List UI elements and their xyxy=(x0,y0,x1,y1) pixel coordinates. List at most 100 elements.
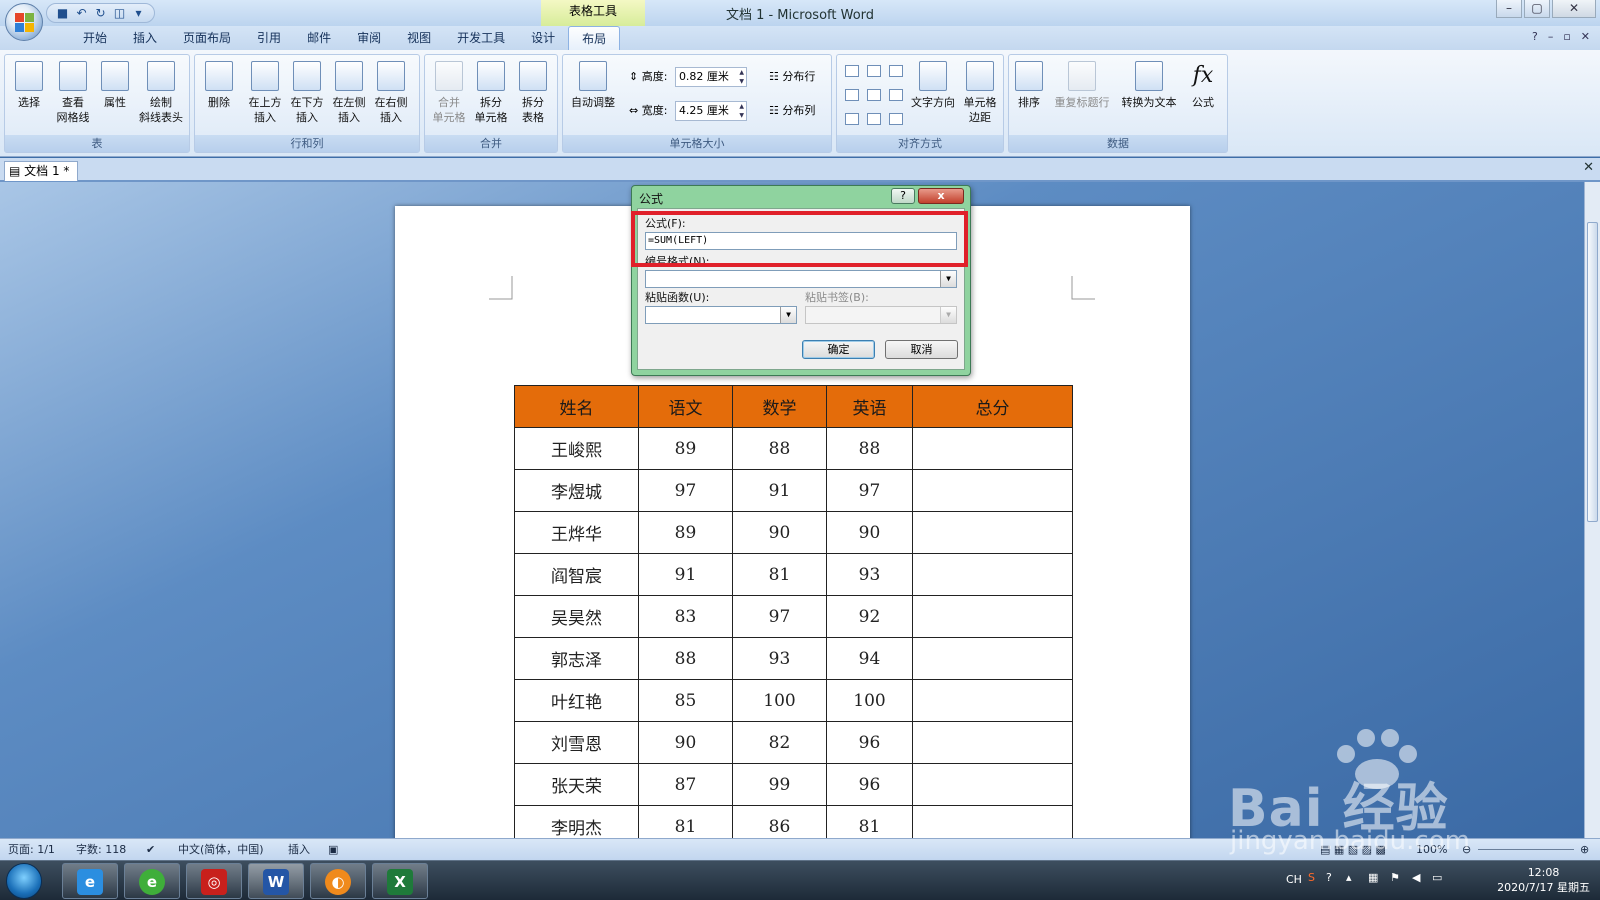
split-table-button[interactable]: 拆分 表格 xyxy=(513,61,553,125)
ribbon-minimize-icon[interactable]: – xyxy=(1548,30,1554,43)
office-button[interactable] xyxy=(5,3,43,41)
minimize-button[interactable]: – xyxy=(1496,0,1522,18)
taskbar-word[interactable]: W xyxy=(248,863,304,899)
align-bottom-center-icon[interactable] xyxy=(867,113,881,125)
tray-expand-icon[interactable]: ▴ xyxy=(1346,871,1352,884)
table-cell[interactable]: 吴昊然 xyxy=(514,595,639,638)
align-top-right-icon[interactable] xyxy=(889,65,903,77)
tab-home[interactable]: 开始 xyxy=(70,26,120,50)
table-cell[interactable]: 87 xyxy=(638,763,733,806)
align-middle-right-icon[interactable] xyxy=(889,89,903,101)
align-bottom-right-icon[interactable] xyxy=(889,113,903,125)
table-cell[interactable]: 88 xyxy=(638,637,733,680)
distribute-rows-button[interactable]: ☷ 分布行 xyxy=(769,68,815,86)
total-cell[interactable] xyxy=(912,511,1073,554)
table-cell[interactable]: 93 xyxy=(826,553,913,596)
print-preview-icon[interactable]: ◫ xyxy=(112,6,127,21)
table-cell[interactable]: 90 xyxy=(826,511,913,554)
document-tab[interactable]: ▤ 文档 1 * xyxy=(4,161,79,181)
header-name[interactable]: 姓名 xyxy=(514,385,639,428)
formula-input[interactable]: =SUM(LEFT) xyxy=(645,232,957,250)
page-indicator[interactable]: 页面: 1/1 xyxy=(8,839,55,860)
network-icon[interactable]: ▦ xyxy=(1368,871,1378,884)
zoom-in-icon[interactable]: ⊕ xyxy=(1580,839,1589,860)
table-cell[interactable]: 96 xyxy=(826,721,913,764)
table-cell[interactable]: 叶红艳 xyxy=(514,679,639,722)
table-cell[interactable]: 97 xyxy=(826,469,913,512)
total-cell[interactable] xyxy=(912,553,1073,596)
insert-left-button[interactable]: 在左侧 插入 xyxy=(329,61,369,125)
tab-layout[interactable]: 布局 xyxy=(568,26,621,50)
close-button[interactable]: ✕ xyxy=(1552,0,1596,18)
table-cell[interactable]: 92 xyxy=(826,595,913,638)
table-cell[interactable]: 阎智宸 xyxy=(514,553,639,596)
repeat-header-rows-button[interactable]: 重复标题行 xyxy=(1049,61,1115,110)
total-cell[interactable] xyxy=(912,679,1073,722)
cancel-button[interactable]: 取消 xyxy=(885,340,958,359)
ime-indicator[interactable]: CH xyxy=(1286,873,1302,886)
taskbar-app-red[interactable]: ◎ xyxy=(186,863,242,899)
align-middle-left-icon[interactable] xyxy=(845,89,859,101)
sort-button[interactable]: 排序 xyxy=(1011,61,1047,110)
tab-references[interactable]: 引用 xyxy=(244,26,294,50)
start-button[interactable] xyxy=(6,863,42,899)
proofing-icon[interactable]: ✔ xyxy=(146,839,155,860)
table-cell[interactable]: 96 xyxy=(826,763,913,806)
total-cell[interactable] xyxy=(912,469,1073,512)
table-cell[interactable]: 99 xyxy=(732,763,827,806)
table-cell[interactable]: 李明杰 xyxy=(514,805,639,838)
table-cell[interactable]: 郭志泽 xyxy=(514,637,639,680)
taskbar-excel[interactable]: X xyxy=(372,863,428,899)
table-cell[interactable]: 李煜城 xyxy=(514,469,639,512)
delete-button[interactable]: 删除 xyxy=(199,61,239,110)
table-cell[interactable]: 90 xyxy=(638,721,733,764)
formula-button[interactable]: fx 公式 xyxy=(1183,61,1223,110)
customize-qat-icon[interactable]: ▾ xyxy=(131,6,146,21)
total-cell[interactable] xyxy=(912,763,1073,806)
macro-record-icon[interactable]: ▣ xyxy=(328,839,338,860)
ok-button[interactable]: 确定 xyxy=(802,340,875,359)
insert-right-button[interactable]: 在右侧 插入 xyxy=(371,61,411,125)
number-format-select[interactable]: ▼ xyxy=(645,270,957,288)
tab-developer[interactable]: 开发工具 xyxy=(444,26,518,50)
insert-mode[interactable]: 插入 xyxy=(288,839,310,860)
tab-view[interactable]: 视图 xyxy=(394,26,444,50)
action-center-icon[interactable]: ⚑ xyxy=(1390,871,1400,884)
vertical-scrollbar[interactable] xyxy=(1584,182,1600,838)
table-cell[interactable]: 张天荣 xyxy=(514,763,639,806)
undo-icon[interactable]: ↶ xyxy=(74,6,89,21)
tab-review[interactable]: 审阅 xyxy=(344,26,394,50)
view-buttons[interactable]: ▤ ▦ ▧ ▨ ▩ xyxy=(1320,839,1386,860)
header-math[interactable]: 数学 xyxy=(732,385,827,428)
table-cell[interactable]: 81 xyxy=(638,805,733,838)
header-total[interactable]: 总分 xyxy=(912,385,1073,428)
table-cell[interactable]: 82 xyxy=(732,721,827,764)
cell-margins-button[interactable]: 单元格 边距 xyxy=(959,61,1001,125)
row-height-input[interactable]: 0.82 厘米 xyxy=(674,67,747,87)
ribbon-restore-icon[interactable]: ▫ xyxy=(1563,30,1570,43)
dropdown-arrow-icon[interactable]: ▼ xyxy=(780,307,796,323)
language-indicator[interactable]: 中文(简体，中国) xyxy=(178,839,264,860)
table-cell[interactable]: 81 xyxy=(732,553,827,596)
table-cell[interactable]: 89 xyxy=(638,511,733,554)
table-cell[interactable]: 91 xyxy=(732,469,827,512)
table-cell[interactable]: 100 xyxy=(826,679,913,722)
close-document-icon[interactable]: ✕ xyxy=(1583,160,1594,175)
align-top-left-icon[interactable] xyxy=(845,65,859,77)
word-count[interactable]: 字数: 118 xyxy=(76,839,126,860)
tab-insert[interactable]: 插入 xyxy=(120,26,170,50)
table-cell[interactable]: 94 xyxy=(826,637,913,680)
dropdown-arrow-icon[interactable]: ▼ xyxy=(940,271,956,287)
save-icon[interactable]: ■ xyxy=(55,6,70,21)
draw-diagonal-header-button[interactable]: 绘制 斜线表头 xyxy=(135,61,187,125)
zoom-slider[interactable] xyxy=(1478,849,1574,850)
dialog-help-button[interactable]: ? xyxy=(891,188,915,204)
table-cell[interactable]: 86 xyxy=(732,805,827,838)
merge-cells-button[interactable]: 合并 单元格 xyxy=(429,61,469,125)
table-cell[interactable]: 王峻熙 xyxy=(514,427,639,470)
total-cell[interactable] xyxy=(912,805,1073,838)
insert-above-button[interactable]: 在上方 插入 xyxy=(245,61,285,125)
table-cell[interactable]: 王烨华 xyxy=(514,511,639,554)
clock[interactable]: 12:08 2020/7/17 星期五 xyxy=(1497,865,1590,895)
redo-icon[interactable]: ↻ xyxy=(93,6,108,21)
